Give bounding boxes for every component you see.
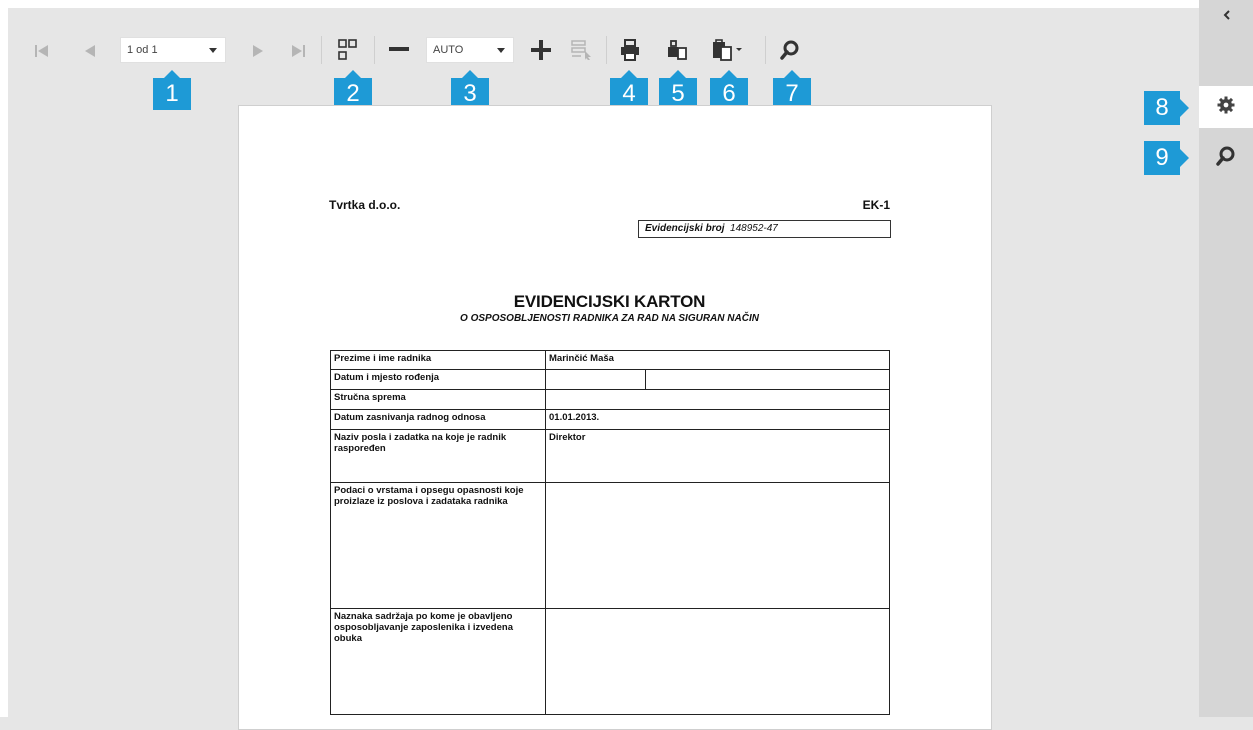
row-value	[545, 608, 890, 715]
callout-badge: 8	[1144, 91, 1189, 125]
document-page: Tvrtka d.o.o. EK-1 Evidencijski broj 148…	[238, 105, 992, 730]
chevron-down-icon	[497, 48, 505, 53]
row-value: Marinčić Maša	[545, 350, 890, 370]
row-label: Naziv posla i zadatka na koje je radnik …	[330, 429, 546, 483]
worker-record-table: Prezime i ime radnika Marinčić Maša Datu…	[330, 350, 890, 715]
row-label: Naznaka sadržaja po kome je obavljeno os…	[330, 608, 546, 715]
print-icon[interactable]	[616, 36, 644, 64]
previous-page-icon[interactable]	[78, 40, 102, 62]
search-icon[interactable]	[776, 36, 804, 64]
row-label: Datum i mjesto rođenja	[330, 369, 546, 390]
last-page-icon[interactable]	[286, 40, 310, 62]
table-row: Prezime i ime radnika Marinčić Maša	[330, 350, 890, 370]
row-value: Direktor	[545, 429, 890, 483]
export-icon[interactable]	[663, 36, 691, 64]
report-viewer: 1 od 1 AUTO 1 2 3 4 5 6 7 Tvrtka d.o.o. …	[0, 0, 1199, 730]
row-value	[545, 369, 646, 390]
row-label: Datum zasnivanja radnog odnosa	[330, 409, 546, 430]
search-icon	[1216, 146, 1236, 171]
evidence-number-label: Evidencijski broj	[645, 223, 725, 234]
row-value	[545, 482, 890, 609]
table-row: Naznaka sadržaja po kome je obavljeno os…	[330, 608, 890, 715]
zoom-out-icon[interactable]	[386, 38, 412, 60]
chevron-left-icon[interactable]	[1217, 6, 1237, 24]
toolbar: 1 od 1 AUTO 1 2 3 4 5 6 7	[8, 8, 1207, 110]
row-label: Stručna sprema	[330, 389, 546, 410]
company-name: Tvrtka d.o.o.	[329, 198, 401, 212]
view-mode-icon[interactable]	[334, 36, 362, 64]
zoom-select[interactable]: AUTO	[426, 37, 514, 63]
evidence-number-box: Evidencijski broj 148952-47	[638, 220, 891, 238]
page-select[interactable]: 1 od 1	[120, 37, 226, 63]
row-label: Prezime i ime radnika	[330, 350, 546, 370]
form-code: EK-1	[862, 198, 890, 212]
chevron-down-icon	[209, 48, 217, 53]
separator	[321, 36, 322, 64]
page-select-value: 1 od 1	[127, 44, 158, 56]
zoom-in-icon[interactable]	[528, 38, 554, 62]
table-row: Datum i mjesto rođenja	[330, 369, 890, 390]
row-label: Podaci o vrstama i opsegu opasnosti koje…	[330, 482, 546, 609]
evidence-number-value: 148952-47	[730, 223, 778, 234]
table-row: Stručna sprema	[330, 389, 890, 410]
row-value	[545, 389, 890, 410]
table-row: Naziv posla i zadatka na koje je radnik …	[330, 429, 890, 483]
gear-icon	[1217, 96, 1235, 119]
separator	[374, 36, 375, 64]
callout-badge: 9	[1144, 141, 1189, 175]
table-row: Datum zasnivanja radnog odnosa 01.01.201…	[330, 409, 890, 430]
zoom-select-value: AUTO	[433, 44, 464, 56]
document-title: EVIDENCIJSKI KARTON	[513, 292, 706, 311]
next-page-icon[interactable]	[246, 40, 270, 62]
document-subtitle: O OSPOSOBLJENOSTI RADNIKA ZA RAD NA SIGU…	[460, 313, 759, 324]
side-search-button[interactable]	[1199, 137, 1253, 179]
table-row: Podaci o vrstama i opsegu opasnosti koje…	[330, 482, 890, 609]
row-value-extra	[645, 369, 890, 390]
callout-badge: 1	[153, 70, 191, 110]
save-icon[interactable]	[708, 36, 748, 64]
separator	[606, 36, 607, 64]
row-value: 01.01.2013.	[545, 409, 890, 430]
first-page-icon[interactable]	[30, 40, 54, 62]
side-panel	[1199, 0, 1253, 717]
select-tool-icon[interactable]	[568, 36, 596, 64]
settings-button[interactable]	[1199, 86, 1253, 128]
separator	[765, 36, 766, 64]
